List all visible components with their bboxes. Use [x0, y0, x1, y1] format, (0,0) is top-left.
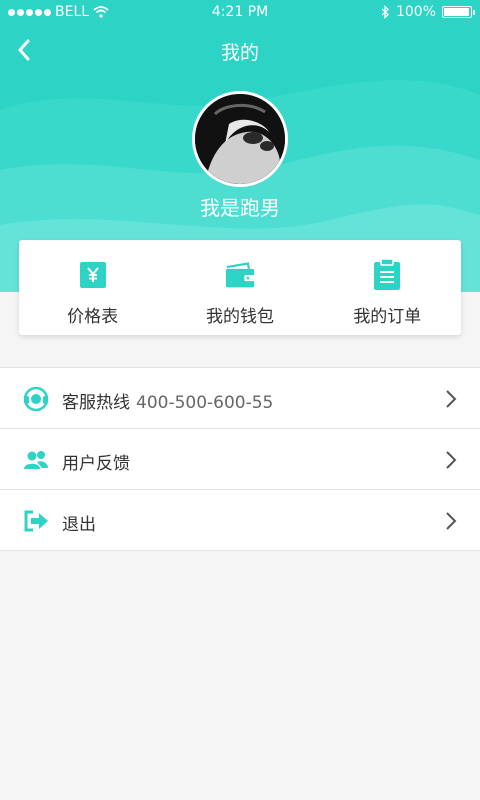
settings-list: 客服热线 400-500-600-55 用户反馈 退出: [0, 367, 480, 551]
battery-percent: 100%: [395, 4, 436, 20]
wallet-button[interactable]: 我的钱包: [166, 240, 313, 335]
nav-bar: 我的: [0, 28, 480, 72]
bluetooth-icon: [381, 5, 389, 19]
username: 我是跑男: [200, 196, 280, 220]
logout-label: 退出: [62, 515, 96, 535]
wallet-label: 我的钱包: [205, 307, 274, 327]
avatar[interactable]: [192, 91, 288, 187]
list-item-hotline[interactable]: 客服热线 400-500-600-55: [0, 368, 480, 429]
status-bar: BELL 4:21 PM 100%: [0, 0, 480, 26]
list-item-logout[interactable]: 退出: [0, 490, 480, 551]
order-list-icon: [372, 259, 402, 290]
page-title: 我的: [220, 42, 259, 64]
orders-button[interactable]: 我的订单: [314, 240, 461, 335]
price-list-button[interactable]: 价格表: [19, 240, 166, 335]
avatar-image: [195, 94, 285, 184]
yen-icon: [78, 260, 108, 290]
list-item-feedback[interactable]: 用户反馈: [0, 429, 480, 490]
hotline-label: 客服热线: [62, 393, 130, 413]
orders-label: 我的订单: [353, 307, 422, 327]
logout-icon: [23, 508, 49, 534]
battery-icon: [442, 6, 475, 18]
wallet-icon: [225, 260, 255, 290]
chevron-right-icon: [446, 390, 457, 408]
quick-actions-card: 价格表 我的钱包 我的订单: [19, 240, 461, 335]
users-icon: [23, 447, 49, 473]
feedback-label: 用户反馈: [62, 454, 130, 474]
chevron-right-icon: [446, 451, 457, 469]
hotline-number: 400-500-600-55: [136, 393, 274, 413]
price-list-label: 价格表: [67, 307, 119, 327]
chevron-right-icon: [446, 512, 457, 530]
status-right: 100%: [381, 4, 475, 20]
hotline-text: 客服热线 400-500-600-55: [62, 388, 273, 413]
headset-icon: [23, 386, 49, 412]
